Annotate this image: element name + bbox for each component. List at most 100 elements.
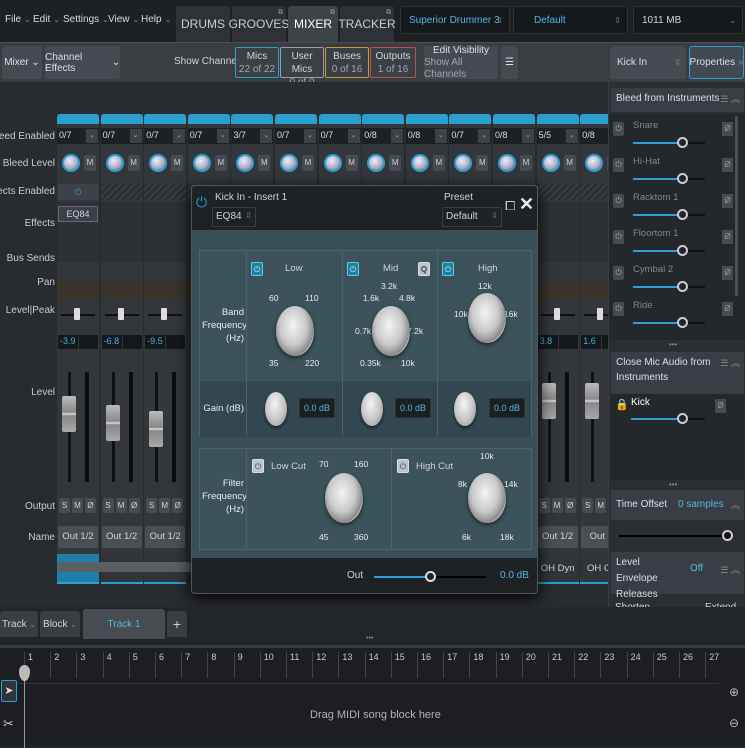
properties-button[interactable]: Properties » [689, 46, 744, 79]
effects-slot[interactable] [100, 202, 143, 262]
effects-power-icon[interactable]: ⏻ [58, 184, 98, 200]
bar-ruler[interactable]: 1 2 3 4 5 6 7 8 9 10 11 12 13 14 15 16 17 18 19 20 21 22 23 24 2… [14, 648, 719, 684]
bleed-enabled-select[interactable]: 0/7 ⌄ [318, 128, 361, 144]
output-select[interactable]: Out 1/2 [101, 526, 142, 548]
chip-user-mics[interactable]: User Mics0 of 0 [280, 47, 324, 88]
bleed-level-knob[interactable] [454, 154, 473, 172]
mute-button[interactable]: M [72, 498, 83, 513]
menu-edit[interactable]: Edit ⌄ [33, 14, 60, 25]
bleed-mute-button[interactable]: M [563, 155, 576, 171]
bleed-enabled-select[interactable]: 0/7 ⌄ [187, 128, 230, 144]
phase-button[interactable]: Ø [172, 498, 184, 513]
chip-mics[interactable]: Mics 22 of 22 [235, 47, 279, 78]
channel-effects-button[interactable]: Channel Effects ⌄ [45, 46, 120, 79]
low-band-power-icon[interactable]: ⏻ [251, 262, 263, 276]
block-menu-button[interactable]: Block ⌄ [40, 611, 80, 637]
zoom-in-icon[interactable]: ⊕ [729, 685, 739, 699]
envelope-value[interactable]: Off [690, 561, 703, 577]
phase-button[interactable]: Ø [85, 498, 96, 513]
phase-button[interactable]: Ø [564, 498, 576, 513]
bleed-level-knob[interactable] [192, 154, 211, 172]
bleed-mute-button[interactable]: M [127, 155, 140, 171]
mid-band-power-icon[interactable]: ⏻ [347, 262, 359, 276]
product-select[interactable]: Superior Drummer 3 ⇳ [400, 6, 510, 34]
slider-handle[interactable] [677, 137, 688, 148]
tab-track-1[interactable]: Track 1 [83, 609, 165, 639]
bus-sends-slot[interactable] [100, 280, 143, 300]
high-cut-knob[interactable] [468, 473, 506, 523]
phase-invert-button[interactable]: Ø [722, 158, 733, 172]
slider-handle[interactable] [677, 173, 688, 184]
bleed-mute-button[interactable]: M [84, 155, 96, 171]
mid-gain-value[interactable]: 0.0 dB [395, 398, 431, 418]
bus-sends-slot[interactable] [57, 280, 99, 300]
high-frequency-knob[interactable] [468, 293, 506, 343]
effects-slot[interactable] [536, 202, 579, 262]
menu-collapse-icon[interactable]: ☰ ︽ [720, 92, 740, 107]
slider-handle[interactable] [677, 281, 688, 292]
low-gain-value[interactable]: 0.0 dB [299, 398, 335, 418]
level-fader[interactable] [541, 383, 556, 419]
bleed-slider[interactable] [633, 214, 705, 216]
high-band-power-icon[interactable]: ⏻ [442, 262, 454, 276]
pan-handle[interactable] [597, 308, 604, 320]
plugin-select[interactable]: EQ84 ⇳ [212, 207, 256, 227]
high-gain-value[interactable]: 0.0 dB [489, 398, 525, 418]
bleed-enabled-select[interactable]: 0/7 ⌄ [57, 128, 99, 144]
output-select[interactable]: Out 1/2 [58, 526, 98, 548]
mixer-menu-button[interactable]: Mixer ⌄ [2, 46, 42, 79]
bleed-enabled-select[interactable]: 0/8 ⌄ [362, 128, 405, 144]
resize-handle-icon[interactable]: ••• [669, 340, 677, 349]
slider-handle[interactable] [677, 317, 688, 328]
pan-handle[interactable] [553, 308, 560, 320]
menu-view[interactable]: View ⌄ [108, 14, 139, 25]
menu-settings[interactable]: Settings ⌄ [63, 14, 109, 25]
bleed-enabled-select[interactable]: 3/7 ⌄ [231, 128, 274, 144]
pan-handle[interactable] [161, 308, 168, 320]
slider-handle[interactable] [677, 245, 688, 256]
power-icon[interactable]: ⏻ [613, 122, 624, 136]
phase-button[interactable]: Ø [128, 498, 140, 513]
bleed-mute-button[interactable]: M [345, 155, 358, 171]
phase-invert-button[interactable]: Ø [722, 302, 733, 316]
level-fader[interactable] [149, 410, 164, 447]
insert-power-icon[interactable]: ⏻ [196, 194, 207, 211]
level-fader[interactable] [105, 405, 120, 441]
low-cut-knob[interactable] [325, 473, 363, 523]
power-icon[interactable]: ⏻ [613, 194, 624, 208]
time-offset-slider[interactable] [619, 535, 731, 537]
slider-handle[interactable] [722, 530, 733, 541]
bus-sends-slot[interactable] [144, 280, 187, 300]
bleed-mute-button[interactable]: M [214, 155, 227, 171]
track-menu-button[interactable]: Track ⌄ [0, 611, 38, 637]
bleed-mute-button[interactable]: M [476, 155, 489, 171]
lock-icon[interactable]: 🔒 [615, 398, 629, 411]
low-frequency-knob[interactable] [276, 306, 314, 356]
detach-window-icon[interactable]: ⧠ [505, 198, 515, 214]
mute-button[interactable]: M [595, 498, 607, 513]
low-cut-power-icon[interactable]: ⏻ [252, 459, 264, 473]
collapse-icon[interactable]: ︽ [731, 498, 740, 513]
out-slider-handle[interactable] [425, 571, 436, 582]
phase-invert-button[interactable]: Ø [722, 266, 733, 280]
zoom-out-icon[interactable]: ⊖ [729, 716, 739, 730]
phase-invert-button[interactable]: Ø [715, 399, 726, 413]
hamburger-menu-icon[interactable]: ☰ [501, 46, 518, 79]
resize-handle-icon[interactable]: ••• [366, 635, 373, 642]
bleed-mute-button[interactable]: M [171, 155, 184, 171]
bleed-mute-button[interactable]: M [520, 155, 532, 171]
bleed-level-knob[interactable] [105, 154, 124, 172]
level-fader[interactable] [62, 396, 76, 433]
bleed-level-knob[interactable] [541, 154, 560, 172]
bleed-enabled-select[interactable]: 0/7 ⌄ [100, 128, 143, 144]
pan-handle[interactable] [117, 308, 124, 320]
slider-handle[interactable] [677, 413, 688, 424]
high-cut-power-icon[interactable]: ⏻ [397, 459, 409, 473]
bleed-mute-button[interactable]: M [389, 155, 402, 171]
dialog-preset-select[interactable]: Default ⇳ [442, 207, 502, 227]
list-scrollbar[interactable] [735, 116, 738, 296]
phase-invert-button[interactable]: Ø [722, 122, 733, 136]
time-offset-value[interactable]: 0 samples [678, 497, 724, 512]
close-mic-slider[interactable] [631, 418, 705, 420]
add-track-button[interactable]: + [167, 611, 187, 637]
